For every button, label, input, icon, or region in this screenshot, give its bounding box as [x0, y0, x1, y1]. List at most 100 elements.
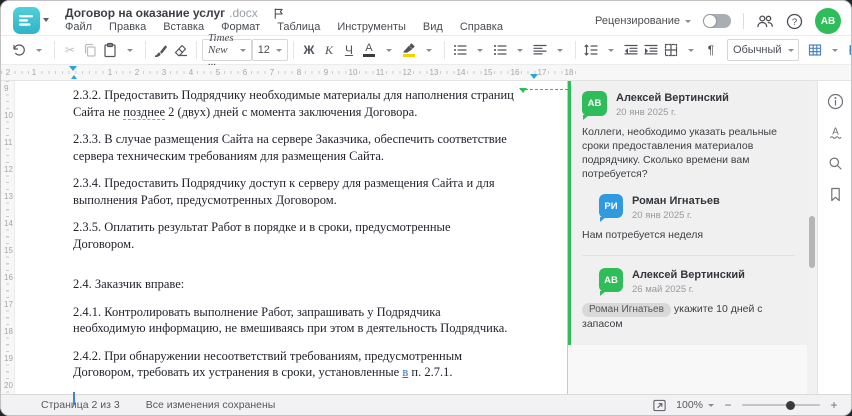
toolbar: ✂ Times New ... 12 Ж К Ч А ¶ Обычный	[1, 32, 851, 68]
header-right: Рецензирование ? АВ	[595, 5, 841, 35]
user-mention[interactable]: Роман Игнатьев	[582, 303, 671, 317]
zoom-level-select[interactable]: 100%	[676, 399, 714, 411]
bookmark-icon[interactable]	[823, 182, 847, 206]
font-name-value: Times New ...	[208, 32, 234, 68]
zoom-slider[interactable]	[742, 400, 820, 410]
statusbar: Страница 2 из 3 Все изменения сохранены …	[1, 394, 851, 415]
hruler-number: 16	[509, 68, 521, 77]
menu-item-Таблица[interactable]: Таблица	[277, 21, 320, 33]
menu-item-Вид[interactable]: Вид	[423, 21, 443, 33]
first-line-indent-marker[interactable]	[69, 66, 77, 71]
reply-author-name: Алексей Вертинский	[632, 269, 745, 281]
paragraph-2-4-1[interactable]: 2.4.1. Контролировать выполнение Работ, …	[73, 304, 514, 337]
title-block: Договор на оказание услуг .docx Файл Прав…	[65, 5, 503, 35]
numbered-list-button[interactable]	[490, 38, 510, 62]
scrollbar-thumb[interactable]	[809, 216, 815, 268]
review-mode-select[interactable]: Рецензирование	[595, 15, 691, 27]
menu-item-Вставка[interactable]: Вставка	[163, 21, 204, 33]
horizontal-ruler[interactable]: 2 1 1 2 3 4 5 6 7 8 9 10 11 12 13 14 15 16 17 18	[1, 65, 851, 81]
left-indent-marker[interactable]	[71, 75, 77, 79]
app-menu-caret-icon	[43, 18, 49, 22]
format-painter-button[interactable]	[151, 38, 171, 62]
align-button[interactable]	[530, 38, 550, 62]
paragraph-2-3-5[interactable]: 2.3.5. Оплатить результат Работ в порядк…	[73, 219, 514, 252]
menu-item-Инструменты[interactable]: Инструменты	[337, 21, 406, 33]
paragraph-2-3-4[interactable]: 2.3.4. Предоставить Подрядчику доступ к …	[73, 175, 514, 208]
info-icon[interactable]	[823, 89, 847, 113]
insert-table-button[interactable]	[805, 38, 825, 62]
underline-button[interactable]: Ч	[339, 38, 359, 62]
app-menu-button[interactable]	[13, 5, 49, 35]
right-indent-marker[interactable]	[530, 74, 538, 79]
increase-indent-button[interactable]	[641, 38, 661, 62]
bullet-list-dropdown[interactable]	[470, 38, 490, 62]
zoom-slider-knob[interactable]	[786, 400, 795, 410]
menu-item-Правка[interactable]: Правка	[109, 21, 146, 33]
paste-button[interactable]	[100, 38, 120, 62]
paragraph-borders-button[interactable]	[661, 38, 681, 62]
line-spacing-button[interactable]	[581, 38, 601, 62]
page-indicator[interactable]: Страница 2 из 3	[41, 399, 120, 411]
font-color-dropdown[interactable]	[379, 38, 399, 62]
copy-button[interactable]	[80, 38, 100, 62]
line-spacing-dropdown[interactable]	[601, 38, 621, 62]
vruler-number: 14	[3, 219, 14, 228]
hruler-number: 1	[106, 68, 114, 77]
paragraph-2-4-2[interactable]: 2.4.2. При обнаружении несоответствий тр…	[73, 348, 514, 381]
vruler-number: 16	[3, 273, 14, 282]
bullet-list-button[interactable]	[450, 38, 470, 62]
collaboration-users-icon[interactable]	[756, 13, 774, 29]
show-paragraph-marks-button[interactable]: ¶	[701, 38, 721, 62]
spellcheck-icon[interactable]: А	[823, 120, 847, 144]
insert-table-dropdown[interactable]	[825, 38, 845, 62]
document-page[interactable]: 2.3.2. Предоставить Подрядчику необходим…	[15, 81, 568, 405]
paragraph-style-select[interactable]: Обычный	[726, 39, 799, 61]
menu-item-Файл[interactable]: Файл	[65, 21, 92, 33]
fit-width-button[interactable]	[652, 398, 667, 413]
paragraph-borders-dropdown[interactable]	[681, 38, 701, 62]
flag-icon[interactable]	[272, 7, 285, 20]
comment-thread[interactable]: АВ Алексей Вертинский 20 янв 2025 г. Кол…	[568, 81, 807, 345]
font-size-select[interactable]: 12	[251, 39, 288, 61]
font-color-button[interactable]: А	[359, 38, 379, 62]
content-area: 9 10 11 12 13 14 15 16 17 18 19 20 2.3.2. Предостав…	[1, 81, 851, 405]
svg-text:А: А	[832, 126, 839, 137]
hruler-number: 17	[536, 68, 548, 77]
align-dropdown[interactable]	[550, 38, 570, 62]
insert-image-button[interactable]	[845, 38, 851, 62]
decrease-indent-button[interactable]	[621, 38, 641, 62]
font-size-value: 12	[257, 44, 270, 56]
hruler-number: 1	[30, 68, 38, 77]
review-toggle[interactable]	[703, 14, 731, 28]
undo-button[interactable]	[9, 38, 29, 62]
numbered-list-dropdown[interactable]	[510, 38, 530, 62]
menu-item-Справка[interactable]: Справка	[460, 21, 503, 33]
highlight-color-dropdown[interactable]	[419, 38, 439, 62]
vruler-number: 15	[3, 246, 14, 255]
scrollbar-track[interactable]	[807, 81, 817, 394]
bold-button[interactable]: Ж	[299, 38, 319, 62]
zoom-in-button[interactable]: +	[829, 398, 839, 412]
paragraph-2-3-3[interactable]: 2.3.3. В случае размещения Сайта на серв…	[73, 131, 514, 164]
clear-formatting-button[interactable]	[171, 38, 191, 62]
highlight-color-button[interactable]	[399, 38, 419, 62]
cut-button[interactable]: ✂	[60, 38, 80, 62]
font-name-select[interactable]: Times New ...	[202, 32, 252, 68]
paragraph-2-3-2[interactable]: 2.3.2. Предоставить Подрядчику необходим…	[73, 87, 514, 120]
zoom-out-button[interactable]: −	[723, 398, 733, 412]
vertical-ruler[interactable]: 9 10 11 12 13 14 15 16 17 18 19 20	[1, 81, 15, 394]
undo-dropdown[interactable]	[29, 38, 49, 62]
style-value: Обычный	[732, 44, 782, 56]
comment-connector-line	[519, 88, 568, 93]
right-sidebar: А	[817, 81, 851, 394]
paste-dropdown[interactable]	[120, 38, 140, 62]
help-icon[interactable]: ?	[786, 13, 803, 30]
text-cursor	[73, 391, 75, 405]
comment-anchor-text[interactable]: позднее	[123, 104, 166, 120]
app-logo-icon	[13, 6, 40, 34]
search-icon[interactable]	[823, 151, 847, 175]
paragraph-2-4[interactable]: 2.4. Заказчик вправе:	[73, 276, 514, 293]
user-avatar[interactable]: АВ	[815, 8, 841, 34]
italic-button[interactable]: К	[319, 38, 339, 62]
hruler-number: 2	[133, 68, 141, 77]
